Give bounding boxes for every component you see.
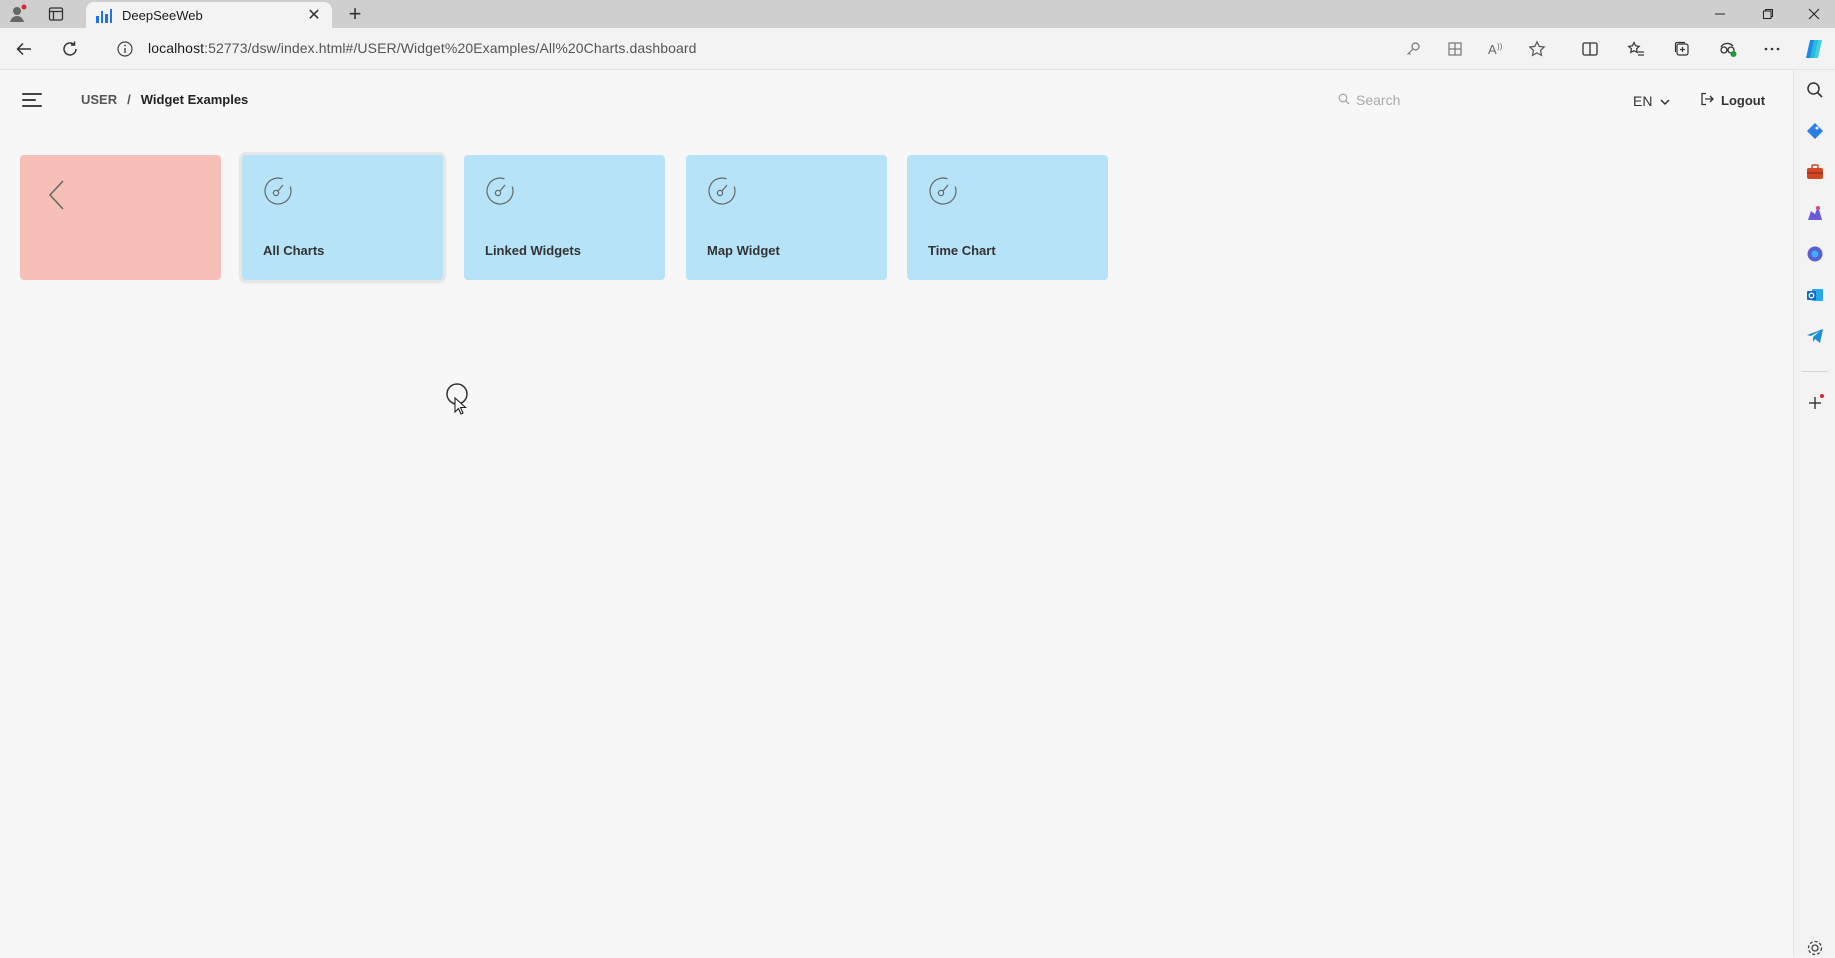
breadcrumb-root-link[interactable]: USER: [81, 92, 117, 107]
restore-icon[interactable]: [1744, 0, 1792, 28]
logout-icon: [1700, 92, 1714, 109]
refresh-icon[interactable]: [58, 38, 82, 60]
favorites-icon[interactable]: [1624, 38, 1648, 60]
extensions-icon[interactable]: [1716, 38, 1740, 60]
logout-label: Logout: [1721, 93, 1766, 108]
close-window-icon[interactable]: [1790, 0, 1835, 28]
url-path: :52773/dsw/index.html#/USER/Widget%20Exa…: [204, 40, 697, 56]
tile-label: Map Widget: [707, 243, 780, 258]
svg-text:)): )): [1497, 42, 1503, 51]
collections-icon[interactable]: [1670, 38, 1694, 60]
browser-toolbar: localhost:52773/dsw/index.html#/USER/Wid…: [0, 28, 1835, 70]
breadcrumb: USER / Widget Examples: [81, 92, 248, 107]
favorite-icon[interactable]: [1525, 38, 1549, 60]
mouse-cursor-icon: [446, 383, 468, 415]
copilot-icon[interactable]: [1802, 38, 1826, 60]
minimize-icon[interactable]: [1696, 0, 1744, 28]
telegram-icon[interactable]: [1805, 326, 1825, 346]
tile-label: Linked Widgets: [485, 243, 581, 258]
chevron-left-icon: [48, 180, 64, 210]
profile-icon[interactable]: [8, 4, 28, 24]
dashboard-app: USER / Widget Examples EN Logout All Cha…: [0, 70, 1793, 957]
tile-label: All Charts: [263, 243, 325, 258]
back-tile[interactable]: [20, 155, 221, 280]
dashboard-tile-linked-widgets[interactable]: Linked Widgets: [464, 155, 665, 280]
tools-icon[interactable]: [1805, 162, 1825, 182]
more-icon[interactable]: [1760, 38, 1784, 60]
dashboard-tile-time-chart[interactable]: Time Chart: [907, 155, 1108, 280]
dashboard-tile-all-charts[interactable]: All Charts: [242, 155, 443, 280]
settings-icon[interactable]: [1805, 938, 1825, 958]
site-info-icon[interactable]: [113, 38, 137, 60]
language-selector[interactable]: EN: [1633, 93, 1670, 109]
gauge-icon: [486, 177, 514, 205]
search-box[interactable]: [1338, 92, 1496, 108]
shopping-icon[interactable]: [1805, 121, 1825, 141]
key-icon[interactable]: [1401, 38, 1425, 60]
games-icon[interactable]: [1805, 203, 1825, 223]
logout-button[interactable]: Logout: [1700, 92, 1765, 109]
search-input[interactable]: [1356, 92, 1496, 108]
search-icon: [1338, 92, 1350, 108]
address-bar[interactable]: localhost:52773/dsw/index.html#/USER/Wid…: [148, 40, 697, 56]
language-value: EN: [1633, 93, 1653, 109]
tab-title: DeepSeeWeb: [122, 7, 203, 23]
chevron-down-icon: [1660, 93, 1670, 109]
outlook-icon[interactable]: [1805, 285, 1825, 305]
sidebar-divider: [1802, 371, 1828, 372]
breadcrumb-current: Widget Examples: [140, 92, 249, 107]
read-aloud-icon[interactable]: A)): [1484, 38, 1508, 60]
app-available-icon[interactable]: [1443, 38, 1467, 60]
breadcrumb-separator: /: [127, 92, 131, 107]
back-icon[interactable]: [12, 38, 36, 60]
tab-actions-icon[interactable]: [46, 4, 66, 24]
hamburger-menu-button[interactable]: [22, 92, 42, 108]
dashboard-tile-map-widget[interactable]: Map Widget: [686, 155, 887, 280]
microsoft365-icon[interactable]: [1805, 244, 1825, 264]
split-screen-icon[interactable]: [1578, 38, 1602, 60]
svg-text:A: A: [1488, 42, 1497, 57]
search-icon[interactable]: [1805, 80, 1825, 100]
browser-tab-active[interactable]: DeepSeeWeb ✕: [86, 2, 332, 28]
add-icon[interactable]: [1805, 393, 1825, 413]
new-tab-icon[interactable]: +: [344, 3, 366, 25]
browser-tab-bar: DeepSeeWeb ✕ +: [0, 0, 1835, 28]
gauge-icon: [708, 177, 736, 205]
close-tab-icon[interactable]: ✕: [306, 5, 322, 25]
edge-sidebar: [1793, 70, 1835, 957]
tile-label: Time Chart: [928, 243, 996, 258]
url-host: localhost: [148, 40, 205, 56]
gauge-icon: [929, 177, 957, 205]
deepseeweb-favicon-icon: [96, 7, 112, 23]
gauge-icon: [264, 177, 292, 205]
